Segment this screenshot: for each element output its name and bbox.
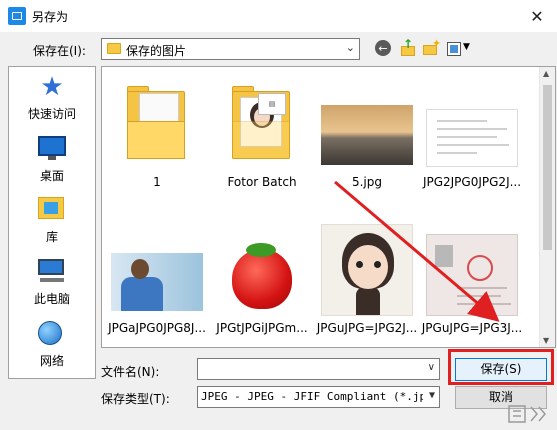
current-folder-name: 保存的图片 [126, 44, 187, 58]
file-name: JPG2JPG0JPG2J... [422, 175, 522, 189]
file-name: 1 [153, 175, 161, 189]
save-in-label: 保存在(I): [33, 44, 86, 58]
image-thumbnail [321, 105, 413, 165]
file-list[interactable]: 1 ▤ Fotor Batch 5.jpg JPG2JPG0JPG2J... J… [101, 66, 556, 348]
filetype-value: JPEG - JPEG - JFIF Compliant (*.jpg;* [201, 390, 423, 403]
file-item[interactable]: 1 [107, 79, 207, 199]
desktop-icon [38, 136, 66, 162]
network-icon [38, 321, 66, 347]
chevron-down-icon: ▼ [428, 390, 435, 401]
place-label: 库 [45, 230, 58, 244]
close-button[interactable]: ✕ [517, 0, 557, 32]
image-thumbnail [426, 109, 518, 167]
highlight-annotation [448, 349, 554, 385]
file-name: 5.jpg [351, 175, 383, 189]
app-icon [8, 7, 26, 25]
computer-icon [38, 259, 66, 285]
file-name: JPGaJPG0JPG8J... [108, 321, 206, 335]
file-name: JPGuJPG=JPG2J... [316, 321, 418, 335]
new-folder-button[interactable]: ✦ [422, 37, 441, 58]
places-sidebar: ★ 快速访问 桌面 库 此电脑 网络 [8, 66, 96, 379]
file-item[interactable]: JPGuJPG=JPG2J... [317, 217, 417, 337]
library-icon [38, 197, 66, 223]
chevron-down-icon: ⌄ [345, 41, 355, 54]
up-one-level-button[interactable]: ↑ [399, 37, 417, 58]
file-name: Fotor Batch [227, 175, 297, 189]
star-icon: ★ [40, 72, 64, 102]
view-menu-button[interactable]: ▼ [446, 40, 472, 58]
image-thumbnail [216, 239, 308, 311]
place-label: 此电脑 [33, 292, 70, 306]
place-this-pc[interactable]: 此电脑 [9, 259, 95, 319]
file-name: JPGuJPG=JPG3J... [421, 321, 523, 335]
place-label: 快速访问 [27, 107, 76, 121]
file-item[interactable]: 5.jpg [317, 79, 417, 199]
file-name: JPGtJPGiJPGm... [216, 321, 308, 335]
filetype-label: 保存类型(T): [101, 392, 170, 406]
scroll-up-icon[interactable]: ▲ [543, 69, 549, 78]
file-item[interactable]: JPG2JPG0JPG2J... [422, 79, 522, 199]
document-icon: ▤ [258, 93, 286, 115]
scroll-down-icon[interactable]: ▼ [543, 336, 549, 345]
place-desktop[interactable]: 桌面 [9, 136, 95, 196]
back-arrow-icon: ← [375, 40, 391, 56]
view-menu-icon [447, 42, 461, 56]
image-thumbnail [111, 253, 203, 311]
window-title: 另存为 [32, 10, 69, 24]
chevron-down-icon[interactable]: ∨ [428, 362, 435, 373]
file-item[interactable]: JPGaJPG0JPG8J... [107, 217, 207, 337]
filename-label: 文件名(N): [101, 365, 160, 379]
folder-location-dropdown[interactable]: 保存的图片 ⌄ [101, 38, 360, 60]
chevron-down-icon: ▼ [463, 42, 470, 52]
place-network[interactable]: 网络 [9, 321, 95, 381]
file-item[interactable]: JPGtJPGiJPGm... [212, 217, 312, 337]
place-label: 桌面 [39, 169, 64, 183]
back-button[interactable]: ← [375, 40, 393, 58]
image-thumbnail [321, 224, 413, 316]
filename-input[interactable]: ∨ [197, 358, 440, 380]
place-libraries[interactable]: 库 [9, 197, 95, 257]
scrollbar-thumb[interactable] [543, 85, 552, 250]
folder-icon [127, 83, 187, 159]
file-item[interactable]: JPGuJPG=JPG3J... [422, 217, 522, 337]
title-bar: 另存为 ✕ [0, 0, 557, 32]
vertical-scrollbar[interactable]: ▲ ▼ [539, 67, 555, 347]
place-label: 网络 [39, 354, 64, 368]
place-quick-access[interactable]: ★ 快速访问 [9, 74, 95, 134]
watermark [507, 403, 553, 428]
folder-icon [107, 43, 121, 54]
folder-icon: ▤ [232, 83, 292, 159]
file-item[interactable]: ▤ Fotor Batch [212, 79, 312, 199]
filetype-select[interactable]: JPEG - JPEG - JFIF Compliant (*.jpg;* ▼ [197, 386, 440, 408]
image-thumbnail [426, 234, 518, 316]
